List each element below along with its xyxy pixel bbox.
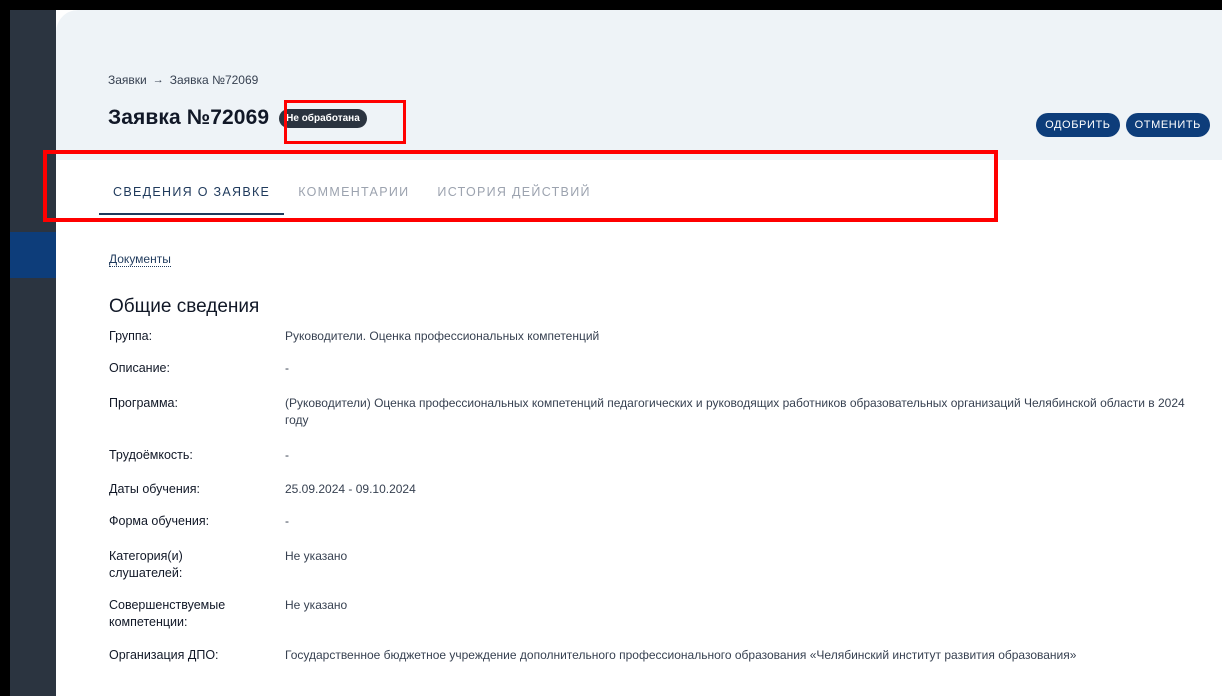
info-value: (Руководители) Оценка профессиональных к… (285, 396, 1185, 427)
frame-top (0, 0, 1222, 10)
approve-button[interactable]: одобрить (1036, 113, 1120, 137)
info-value: - (285, 361, 289, 375)
main-content: Заявки → Заявка №72069 Заявка №72069 Не … (56, 10, 1222, 696)
info-label: Даты обучения: (109, 482, 201, 496)
highlight-box-tabs (43, 150, 998, 222)
highlight-box-status (284, 100, 406, 144)
frame-left (0, 0, 10, 696)
info-value: - (285, 448, 289, 462)
action-buttons: одобрить отменить (1036, 113, 1210, 137)
documents-link[interactable]: Документы (109, 252, 171, 267)
info-value: Государственное бюджетное учреждение доп… (285, 648, 1077, 662)
info-label: Форма обучения: (109, 514, 210, 528)
info-value: 25.09.2024 - 09.10.2024 (285, 482, 416, 496)
breadcrumb-root-link[interactable]: Заявки (108, 73, 147, 87)
info-label: Описание: (109, 361, 170, 375)
info-row-organization: Организация ДПО: Государственное бюджетн… (109, 647, 1189, 664)
info-value: Не указано (285, 598, 348, 612)
info-row-training-dates: Даты обучения: 25.09.2024 - 09.10.2024 (109, 481, 1189, 498)
breadcrumb-arrow-icon: → (152, 74, 164, 86)
info-value: Не указано (285, 549, 348, 563)
page-title: Заявка №72069 (108, 106, 270, 129)
breadcrumb: Заявки → Заявка №72069 (108, 73, 258, 87)
info-row-competencies: Совершенствуемые компетенции: Не указано (109, 597, 1189, 631)
info-label: Организация ДПО: (109, 648, 219, 662)
info-label: Группа: (109, 329, 153, 343)
info-row-training-form: Форма обучения: - (109, 513, 1189, 530)
info-label: Категория(и) слушателей: (109, 549, 183, 580)
info-row-listener-category: Категория(и) слушателей: Не указано (109, 548, 1189, 582)
section-title: Общие сведения (109, 296, 260, 317)
sidebar (10, 10, 56, 696)
breadcrumb-current: Заявка №72069 (169, 73, 259, 87)
info-row-description: Описание: - (109, 360, 1189, 377)
sidebar-item-active[interactable] (10, 232, 56, 278)
cancel-button[interactable]: отменить (1125, 113, 1210, 137)
info-row-group: Группа: Руководители. Оценка профессиона… (109, 328, 1189, 345)
info-label: Программа: (109, 396, 178, 410)
info-row-workload: Трудоёмкость: - (109, 447, 1189, 464)
info-row-program: Программа: (Руководители) Оценка професс… (109, 395, 1189, 429)
info-value: Руководители. Оценка профессиональных ко… (285, 329, 600, 343)
info-label: Трудоёмкость: (109, 448, 193, 462)
info-label: Совершенствуемые компетенции: (109, 598, 226, 629)
info-value: - (285, 514, 289, 528)
